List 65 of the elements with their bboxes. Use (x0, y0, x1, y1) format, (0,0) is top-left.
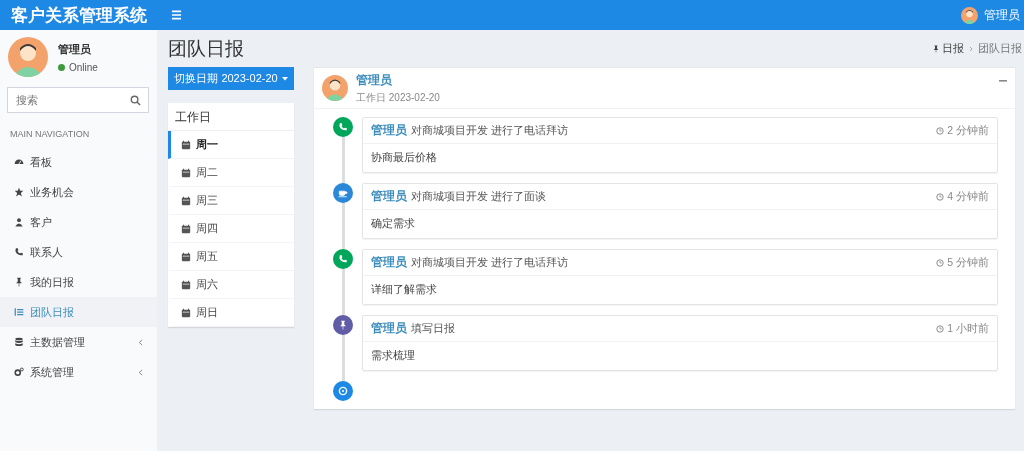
calendar-icon (181, 307, 191, 318)
status-label: Online (69, 61, 98, 73)
nav-item[interactable]: 看板 (0, 147, 157, 177)
calendar-icon (181, 223, 191, 234)
user-name: 管理员 (58, 41, 92, 57)
app-logo-title: 客户关系管理系统 (9, 4, 148, 27)
chevron-icon (969, 46, 973, 52)
avatar-icon (8, 37, 48, 77)
activity-text: 对商城项目开发 进行了面谈 (411, 189, 548, 204)
page-title: 团队日报 (168, 37, 245, 61)
phone-icon (338, 122, 348, 132)
calendar-icon (181, 251, 191, 262)
caret-icon (281, 76, 288, 81)
search-icon (130, 95, 141, 106)
date-switch-button[interactable]: 切换日期 2023-02-20 (168, 67, 294, 90)
weekday-item[interactable]: 周四 (168, 215, 294, 243)
clock-icon (936, 192, 945, 201)
weekday-item[interactable]: 周五 (168, 243, 294, 271)
activity-note: 需求梳理 (370, 348, 416, 363)
report-author[interactable]: 管理员 (356, 71, 991, 89)
clock-icon (936, 258, 945, 267)
time-ago: 2 分钟前 (947, 123, 989, 138)
breadcrumb-link[interactable]: 日报 (942, 42, 964, 56)
calendar-icon (181, 279, 191, 290)
search-field[interactable]: 搜索 (7, 87, 149, 113)
weekday-item[interactable]: 周日 (168, 299, 294, 327)
time-ago: 4 分钟前 (947, 189, 989, 204)
avatar-icon (322, 75, 348, 101)
nav-item[interactable]: 主数据管理 (0, 327, 157, 357)
author-link[interactable]: 管理员 (371, 189, 407, 204)
author-link[interactable]: 管理员 (371, 255, 407, 270)
phone-icon (338, 254, 348, 264)
activity-note: 确定需求 (370, 216, 416, 231)
cup-icon (338, 188, 348, 198)
activity-note: 协商最后价格 (370, 150, 438, 165)
time-ago: 1 小时前 (947, 321, 989, 336)
activity-text: 对商城项目开发 进行了电话拜访 (411, 123, 570, 138)
user-name[interactable]: 管理员 (984, 6, 1020, 24)
calendar-icon (181, 195, 191, 206)
calendar-icon (181, 167, 191, 178)
panel-title: 工作日 (168, 103, 294, 131)
clock-icon (338, 386, 348, 396)
clock-icon (936, 126, 945, 135)
activity-text: 填写日报 (411, 321, 456, 336)
calendar-icon (181, 139, 191, 150)
nav-item[interactable]: 客户 (0, 207, 157, 237)
report-date: 工作日 2023-02-20 (356, 90, 441, 105)
activity-text: 对商城项目开发 进行了电话拜访 (411, 255, 570, 270)
clock-icon (936, 324, 945, 333)
weekday-item[interactable]: 周一 (168, 131, 294, 159)
pin-icon (932, 45, 940, 53)
breadcrumb-current: 团队日报 (978, 42, 1022, 56)
time-ago: 5 分钟前 (947, 255, 989, 270)
weekday-item[interactable]: 周三 (168, 187, 294, 215)
section-heading: MAIN NAVIGATION (9, 128, 91, 141)
nav-item[interactable]: 系统管理 (0, 357, 157, 387)
nav-item[interactable]: 联系人 (0, 237, 157, 267)
author-link[interactable]: 管理员 (371, 123, 407, 138)
avatar-icon (961, 6, 978, 24)
author-link[interactable]: 管理员 (371, 321, 407, 336)
weekday-item[interactable]: 周二 (168, 159, 294, 187)
activity-note: 详细了解需求 (370, 282, 438, 297)
nav-item[interactable]: 业务机会 (0, 177, 157, 207)
weekday-item[interactable]: 周六 (168, 271, 294, 299)
nav-item[interactable]: 我的日报 (0, 267, 157, 297)
